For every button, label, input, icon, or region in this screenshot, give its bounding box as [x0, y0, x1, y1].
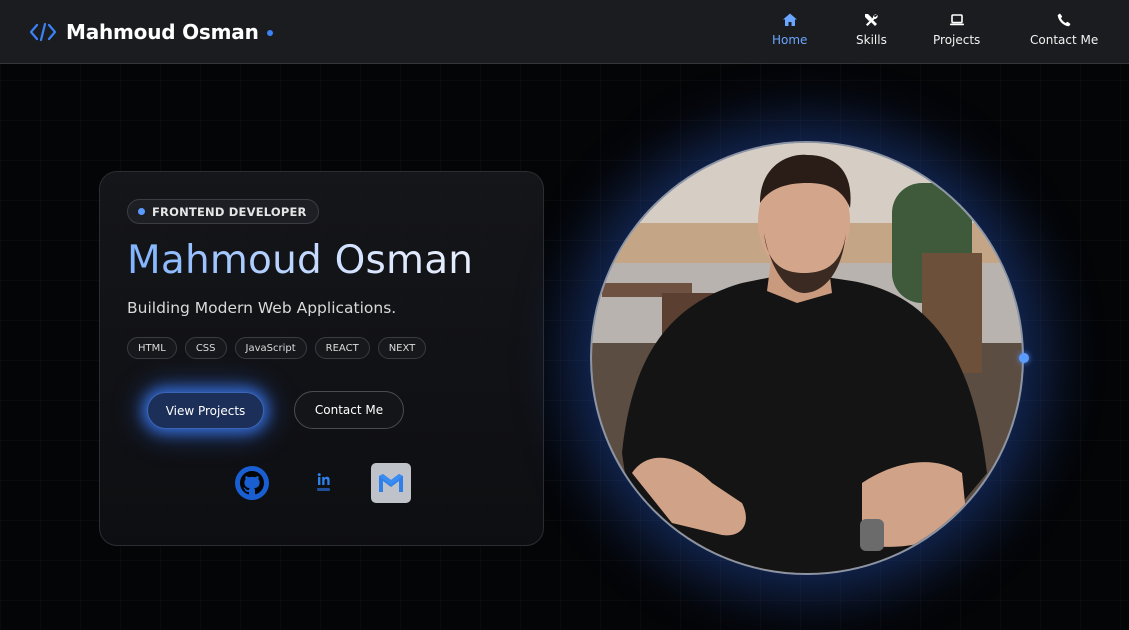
brand-logo[interactable]: Mahmoud Osman [30, 18, 273, 46]
tech-chip-html: HTML [127, 337, 177, 359]
role-badge-text: FRONTEND DEVELOPER [152, 204, 307, 219]
gmail-icon [371, 463, 411, 503]
nav-item-home[interactable]: Home [772, 12, 807, 52]
tech-chip-javascript: JavaScript [234, 337, 307, 359]
page: Mahmoud Osman Home Skills Projects Conta… [0, 0, 1129, 630]
role-badge: FRONTEND DEVELOPER [127, 199, 319, 224]
contact-me-button[interactable]: Contact Me [294, 391, 404, 429]
laptop-icon [949, 14, 964, 26]
navbar: Mahmoud Osman Home Skills Projects Conta… [0, 0, 1129, 64]
badge-dot [138, 208, 145, 215]
hero-card: FRONTEND DEVELOPER Mahmoud Osman Buildin… [99, 171, 544, 546]
github-link[interactable] [232, 463, 272, 503]
nav-label-home: Home [772, 33, 808, 47]
nav-label-projects: Projects [933, 33, 981, 47]
profile-photo-frame [590, 141, 1024, 575]
linkedin-icon [317, 473, 330, 491]
profile-illustration [592, 143, 1022, 573]
profile-photo [590, 141, 1024, 575]
tech-chip-css: CSS [184, 337, 227, 359]
tech-chip-next: NEXT [377, 337, 427, 359]
linkedin-link[interactable] [302, 463, 342, 503]
nav-item-projects[interactable]: Projects [933, 12, 980, 52]
view-projects-button[interactable]: View Projects [147, 392, 264, 429]
phone-icon [1057, 13, 1071, 27]
hero-tagline: Building Modern Web Applications. [127, 299, 397, 317]
nav-label-skills: Skills [856, 33, 887, 47]
nav-item-contact[interactable]: Contact Me [1030, 12, 1098, 52]
brand-name: Mahmoud Osman [66, 20, 259, 44]
tools-icon [865, 14, 879, 26]
home-icon [782, 13, 797, 26]
gmail-link[interactable] [371, 463, 411, 503]
orbit-dot [1019, 353, 1029, 363]
nav-item-skills[interactable]: Skills [856, 12, 887, 52]
nav-label-contact: Contact Me [1030, 33, 1099, 47]
brand-dot [266, 30, 273, 36]
github-icon [235, 466, 269, 500]
tech-chip-react: REACT [314, 337, 370, 359]
tech-stack-list: HTML CSS JavaScript REACT NEXT [127, 337, 427, 359]
code-icon [30, 22, 56, 42]
hero-name: Mahmoud Osman [127, 238, 474, 283]
